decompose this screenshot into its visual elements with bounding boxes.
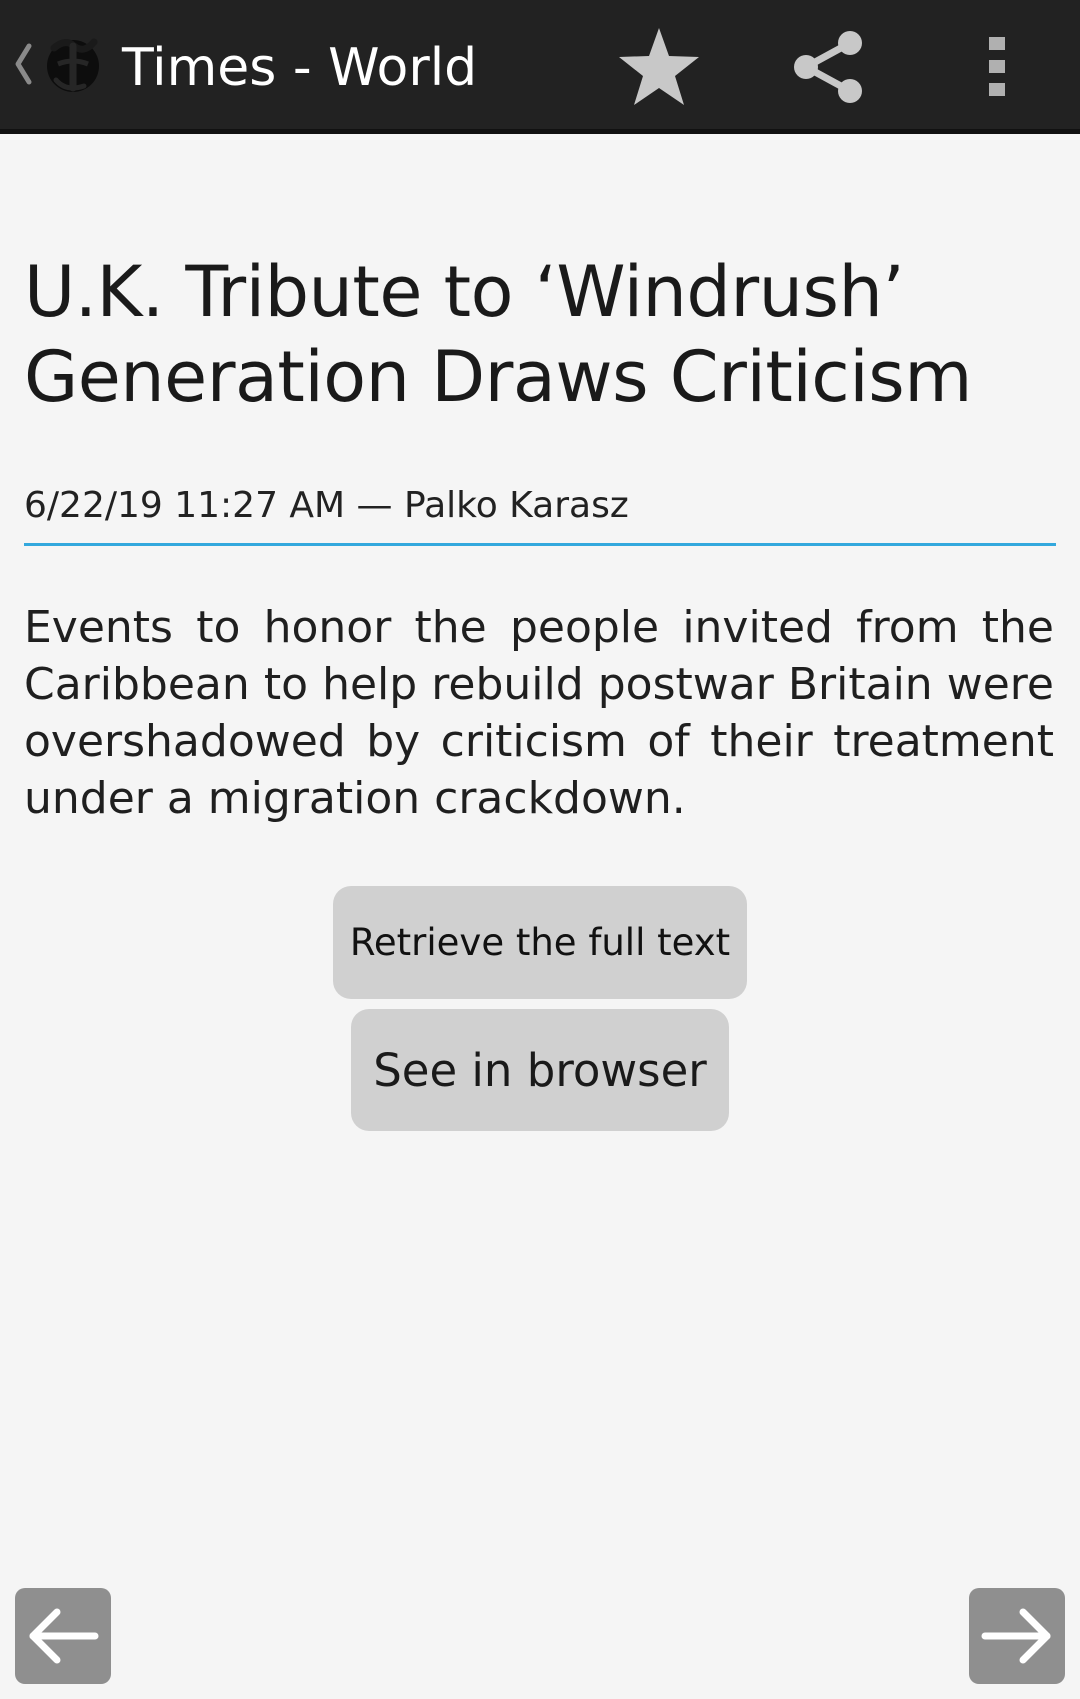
next-article-button[interactable] xyxy=(969,1588,1065,1684)
article-title: U.K. Tribute to ‘Windrush’ Generation Dr… xyxy=(24,251,972,418)
share-button[interactable] xyxy=(778,17,878,117)
see-in-browser-button[interactable]: See in browser xyxy=(351,1009,729,1131)
article-meta: 6/22/19 11:27 AM — Palko Karasz xyxy=(24,482,1056,546)
overflow-menu-icon xyxy=(989,37,1005,96)
retrieve-full-text-button[interactable]: Retrieve the full text xyxy=(333,886,747,999)
previous-article-button[interactable] xyxy=(15,1588,111,1684)
star-icon xyxy=(619,28,699,105)
article-screen: Times - World U.K. Tribute to ‘Windrush’… xyxy=(0,0,1080,1699)
chevron-left-icon xyxy=(15,43,32,85)
up-navigation-button[interactable] xyxy=(0,0,110,134)
article-summary: Events to honor the people invited from … xyxy=(24,602,1054,824)
app-title: Times - World xyxy=(122,38,478,98)
overflow-menu-button[interactable] xyxy=(947,17,1047,117)
arrow-left-icon xyxy=(29,1608,99,1664)
nyt-gothic-t-icon xyxy=(47,38,99,92)
action-bar: Times - World xyxy=(0,0,1080,134)
arrow-right-icon xyxy=(981,1608,1051,1664)
favorite-button[interactable] xyxy=(609,17,709,117)
share-icon xyxy=(794,31,862,103)
article-date-author: 6/22/19 11:27 AM — Palko Karasz xyxy=(24,485,629,526)
